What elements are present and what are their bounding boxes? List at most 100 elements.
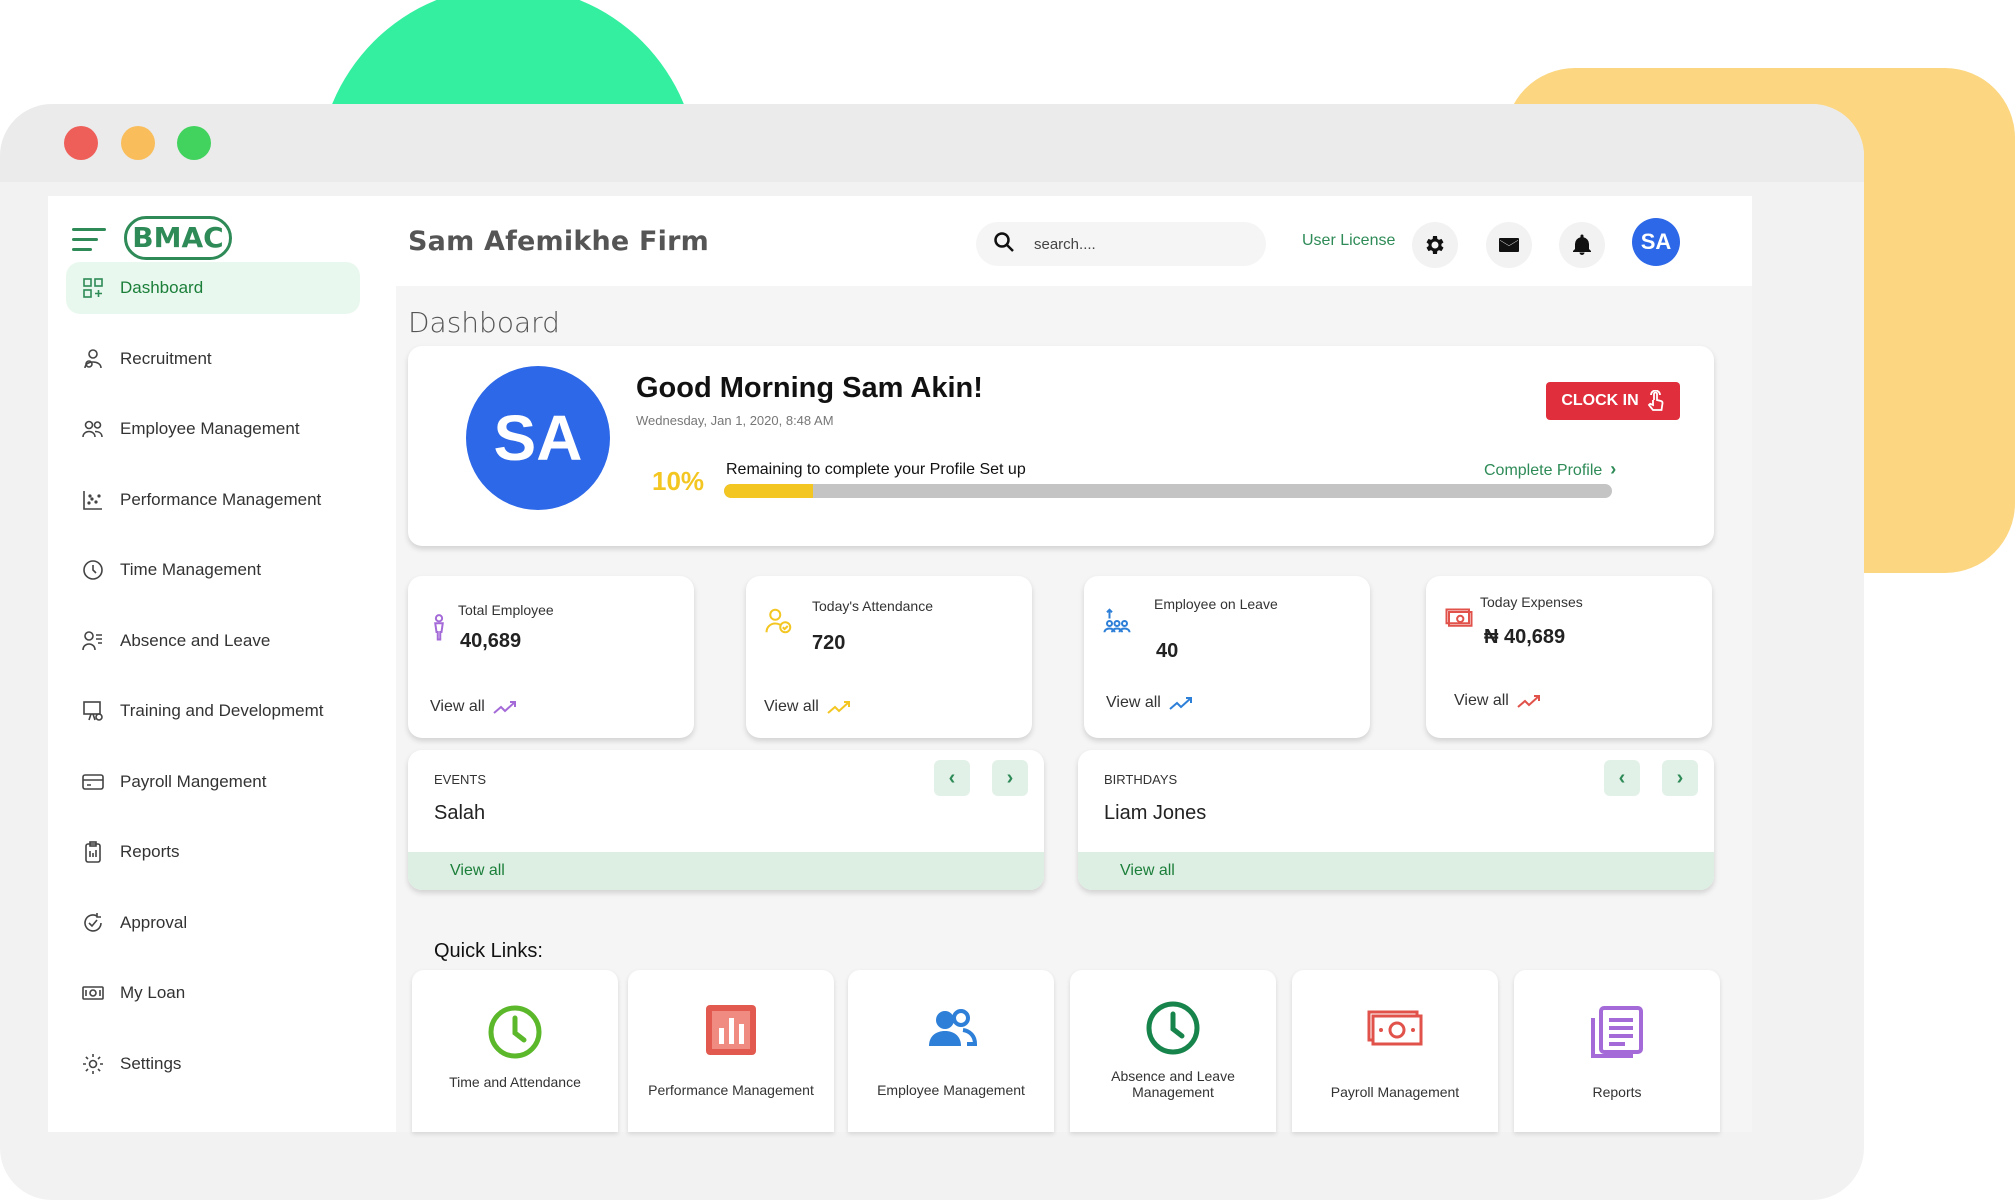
complete-profile-link[interactable]: Complete Profile ›	[1484, 459, 1616, 480]
birthdays-next-button[interactable]: ›	[1662, 760, 1698, 796]
clock-in-button[interactable]: CLOCK IN	[1546, 382, 1680, 420]
sidebar-item-settings[interactable]: Settings	[66, 1038, 360, 1090]
events-prev-button[interactable]: ‹	[934, 760, 970, 796]
trend-up-icon	[827, 701, 850, 714]
sidebar-item-label: Employee Management	[120, 419, 300, 438]
clipboard-icon	[80, 839, 106, 865]
quick-link-performance-management[interactable]: Performance Management	[628, 970, 834, 1132]
birthdays-view-all-link[interactable]: View all	[1078, 852, 1714, 890]
top-header: Sam Afemikhe Firm User License SA	[396, 196, 1752, 286]
money-icon	[80, 980, 106, 1006]
stat-card-todays-attendance: Today's Attendance 720 View all	[746, 576, 1032, 738]
sidebar-item-label: Absence and Leave	[120, 630, 271, 650]
settings-button[interactable]	[1412, 222, 1458, 268]
welcome-card: SA Good Morning Sam Akin! Wednesday, Jan…	[408, 346, 1714, 546]
sidebar-item-reports[interactable]: Reports	[66, 826, 360, 878]
sidebar-item-employee-management[interactable]: Employee Management	[66, 403, 360, 455]
maximize-window-button[interactable]	[177, 126, 211, 160]
chevron-left-icon: ‹	[948, 766, 956, 789]
sidebar-item-label: Dashboard	[120, 278, 204, 297]
complete-profile-label: Complete Profile	[1484, 462, 1603, 479]
attendance-icon	[764, 606, 794, 641]
approval-icon	[80, 910, 106, 936]
main-content: Sam Afemikhe Firm User License SA Dashbo…	[396, 196, 1752, 1132]
sidebar-item-payroll-management[interactable]: Payroll Mangement	[66, 756, 360, 808]
user-avatar[interactable]: SA	[1632, 218, 1680, 266]
gear-icon	[1426, 236, 1444, 254]
search-input[interactable]	[1034, 235, 1234, 253]
view-all-link[interactable]: View all	[764, 698, 851, 716]
sidebar-item-approval[interactable]: Approval	[66, 897, 360, 949]
sidebar-item-performance-management[interactable]: Performance Management	[66, 474, 360, 526]
page-title: Dashboard	[408, 306, 560, 339]
brand-logo[interactable]: BMAC	[124, 216, 232, 260]
dashboard-icon	[80, 275, 106, 301]
search-icon[interactable]	[992, 230, 1016, 259]
user-list-icon	[80, 628, 106, 654]
clock-icon	[80, 557, 106, 583]
stat-title: Total Employee	[458, 602, 554, 618]
quick-link-label: Reports	[1592, 1084, 1642, 1100]
events-view-all-link[interactable]: View all	[408, 852, 1044, 890]
sidebar-item-recruitment[interactable]: Recruitment	[66, 333, 360, 385]
quick-link-reports[interactable]: Reports	[1514, 970, 1720, 1132]
notifications-button[interactable]	[1559, 222, 1605, 268]
quick-link-absence-and-leave-management[interactable]: Absence and Leave Management	[1070, 970, 1276, 1132]
sidebar-item-time-management[interactable]: Time Management	[66, 544, 360, 596]
browser-window: BMAC Dashboard Recruitment Employee Mana…	[0, 104, 1864, 1200]
birthdays-label: BIRTHDAYS	[1104, 772, 1178, 787]
minimize-window-button[interactable]	[121, 126, 155, 160]
profile-progress-bar	[724, 484, 1612, 498]
view-all-link[interactable]: View all	[1106, 694, 1193, 712]
gear-icon	[80, 1051, 106, 1077]
quick-link-time-and-attendance[interactable]: Time and Attendance	[412, 970, 618, 1132]
view-all-link[interactable]: View all	[430, 698, 517, 716]
sidebar-item-my-loan[interactable]: My Loan	[66, 967, 360, 1019]
sidebar-item-absence-and-leave[interactable]: Absence and Leave	[66, 615, 360, 667]
close-window-button[interactable]	[64, 126, 98, 160]
profile-progress-fill	[724, 484, 813, 498]
sidebar-item-label: Settings	[120, 1053, 182, 1073]
clock-in-label: CLOCK IN	[1561, 392, 1639, 409]
view-all-label: View all	[1454, 692, 1509, 709]
quick-link-payroll-management[interactable]: Payroll Management	[1292, 970, 1498, 1132]
view-all-label: View all	[430, 698, 485, 715]
chevron-left-icon: ‹	[1618, 766, 1626, 789]
birthdays-card: BIRTHDAYS Liam Jones ‹ › View all	[1078, 750, 1714, 890]
user-license-link[interactable]: User License	[1302, 232, 1395, 250]
quick-link-employee-management[interactable]: Employee Management	[848, 970, 1054, 1132]
report-icon	[1514, 1004, 1720, 1064]
quick-link-label: Time and Attendance	[449, 1074, 581, 1090]
app-container: BMAC Dashboard Recruitment Employee Mana…	[48, 196, 1752, 1132]
quick-links-title: Quick Links:	[434, 940, 543, 962]
sidebar-item-label: Training and Developmemt	[120, 701, 324, 720]
sidebar-item-training-and-development[interactable]: Training and Developmemt	[66, 685, 360, 737]
quick-link-label: Performance Management	[648, 1082, 814, 1098]
sidebar-item-label: Recruitment	[120, 348, 212, 368]
sidebar-item-label: Approval	[120, 912, 188, 932]
card-icon	[80, 769, 106, 795]
sidebar-item-label: Reports	[120, 842, 180, 861]
stat-title: Today Expenses	[1480, 594, 1583, 610]
users-icon	[848, 998, 1054, 1058]
sidebar-item-label: Payroll Mangement	[120, 771, 267, 791]
trend-up-icon	[1169, 697, 1192, 710]
stat-title: Today's Attendance	[812, 598, 933, 614]
quick-link-label: Employee Management	[877, 1082, 1025, 1098]
quick-link-label: Absence and Leave Management	[1111, 1068, 1235, 1100]
view-all-link[interactable]: View all	[1454, 692, 1541, 710]
chevron-right-icon: ›	[1676, 766, 1684, 789]
birthdays-prev-button[interactable]: ‹	[1604, 760, 1640, 796]
hamburger-menu-icon[interactable]	[72, 228, 106, 254]
events-next-button[interactable]: ›	[992, 760, 1028, 796]
chevron-right-icon: ›	[1006, 766, 1014, 789]
greeting-text: Good Morning Sam Akin!	[636, 372, 983, 404]
stat-title: Employee on Leave	[1154, 596, 1278, 612]
trend-up-icon	[1517, 695, 1540, 708]
search-bar[interactable]	[976, 222, 1266, 266]
messages-button[interactable]	[1486, 222, 1532, 268]
sidebar-item-dashboard[interactable]: Dashboard	[66, 262, 360, 314]
stat-value: ₦ 40,689	[1484, 626, 1566, 648]
event-name: Salah	[434, 802, 486, 824]
events-label: EVENTS	[434, 772, 487, 787]
